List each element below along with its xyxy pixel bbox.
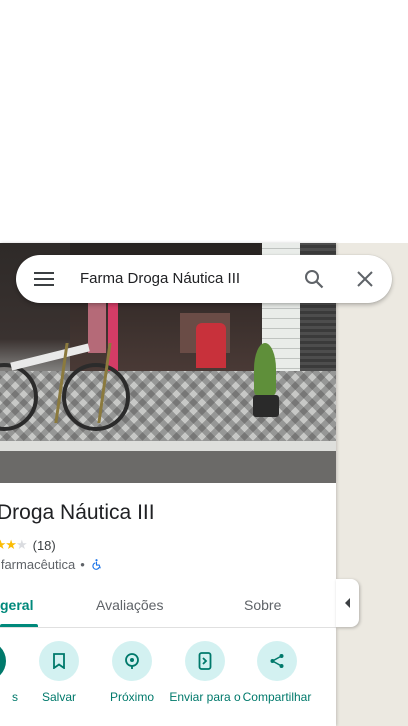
send-to-phone-label: Enviar para o — [169, 690, 241, 704]
directions-label: s — [12, 690, 18, 704]
active-tab-indicator — [0, 624, 38, 627]
place-panel: ma Droga Náutica III ★★★★ (18) a farmacê… — [0, 243, 336, 726]
collapse-left-icon — [344, 598, 350, 608]
review-count[interactable]: (18) — [33, 538, 56, 553]
share-icon-wrap — [257, 641, 297, 681]
photo-sidewalk — [0, 371, 336, 451]
collapse-panel-button[interactable] — [336, 579, 359, 627]
nearby-label: Próximo — [109, 690, 154, 704]
close-icon[interactable] — [356, 270, 374, 288]
save-label: Salvar — [41, 690, 76, 704]
photo-plant-pot — [253, 395, 279, 417]
photo-street — [0, 451, 336, 483]
nearby-icon-wrap — [112, 641, 152, 681]
bookmark-icon-wrap — [39, 641, 79, 681]
photo-pillar — [108, 298, 118, 373]
bookmark-icon — [53, 653, 65, 669]
send-to-phone-icon-wrap — [185, 641, 225, 681]
directions-icon — [0, 641, 6, 681]
send-to-phone-icon — [198, 652, 212, 670]
share-icon — [270, 654, 284, 668]
nearby-icon — [125, 653, 139, 669]
share-label: Compartilhar — [242, 690, 312, 704]
photo-curb — [0, 441, 336, 451]
tab-reviews[interactable]: Avaliações — [96, 597, 163, 613]
wheelchair-icon — [92, 559, 101, 570]
directions-button[interactable]: s — [0, 641, 22, 704]
map-area[interactable] — [336, 243, 408, 726]
share-button[interactable]: Compartilhar — [241, 641, 313, 704]
send-to-phone-button[interactable]: Enviar para o — [169, 641, 241, 704]
place-category[interactable]: a farmacêutica — [0, 557, 75, 572]
tab-overview[interactable]: geral — [0, 597, 33, 613]
place-tabs: geral Avaliações Sobre — [0, 583, 336, 628]
save-button[interactable]: Salvar — [23, 641, 95, 704]
photo-chair — [196, 323, 226, 368]
nearby-button[interactable]: Próximo — [96, 641, 168, 704]
rating-row[interactable]: ★★★★ (18) — [0, 537, 56, 553]
menu-icon[interactable] — [34, 271, 54, 287]
tab-about[interactable]: Sobre — [244, 597, 281, 613]
rating-stars: ★★★★ — [0, 537, 28, 552]
search-input[interactable]: Farma Droga Náutica III — [80, 270, 240, 287]
search-box[interactable]: Farma Droga Náutica III — [16, 255, 392, 303]
place-title: ma Droga Náutica III — [0, 501, 155, 524]
search-icon[interactable] — [304, 269, 324, 289]
category-row: a farmacêutica • — [0, 557, 103, 572]
separator-dot: • — [80, 557, 85, 572]
photo-plant — [254, 343, 276, 395]
